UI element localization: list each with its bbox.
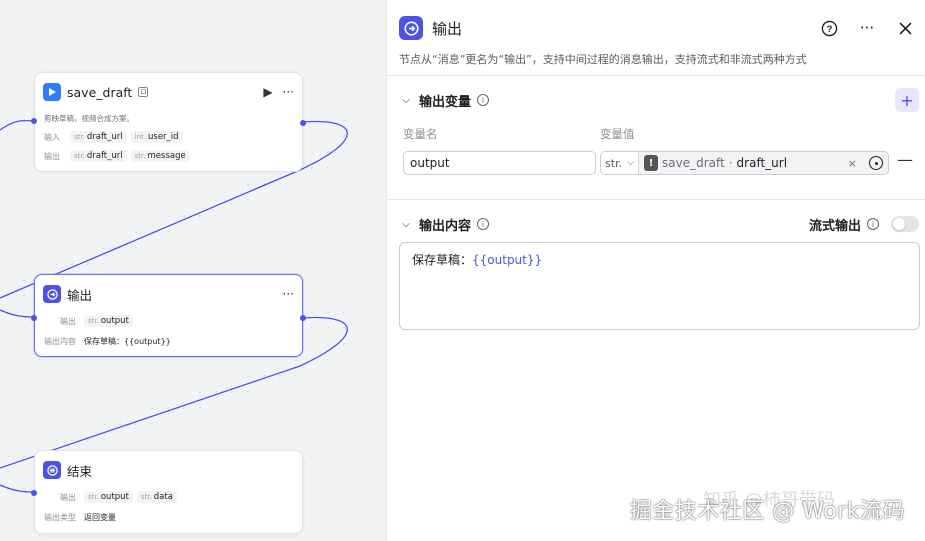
variable-reference[interactable]: ! save_draft · draft_url × xyxy=(639,152,888,174)
close-icon[interactable] xyxy=(895,18,915,38)
more-icon[interactable]: ··· xyxy=(857,18,877,38)
output-chip: str. draft_url xyxy=(70,150,127,162)
node-content-row: 输出内容 保存草稿：{{output}} xyxy=(44,336,171,347)
more-icon[interactable]: ··· xyxy=(283,85,294,99)
node-output[interactable]: 输出 ··· 输出 str. output 输出内容 保存草稿：{{output}… xyxy=(31,274,306,357)
node-config-panel: 输出 ? ··· 节点从“消息”更名为“输出”，支持中间过程的消息输出，支持流式… xyxy=(386,0,925,541)
input-chip: str. draft_url xyxy=(70,131,127,143)
section-title: 输出变量 xyxy=(419,94,472,110)
output-port[interactable] xyxy=(300,120,306,126)
panel-header: 输出 ? ··· xyxy=(399,16,915,40)
type-select[interactable]: str. ⌵ xyxy=(601,152,639,174)
warning-icon: ! xyxy=(644,155,658,171)
edge-in-output xyxy=(0,309,35,318)
node-title: 结束 xyxy=(67,463,93,479)
variable-value-selector[interactable]: str. ⌵ ! save_draft · draft_url × xyxy=(600,151,889,175)
outputs-label: 输出 xyxy=(60,316,76,326)
output-chip: str. output xyxy=(84,491,133,503)
watermark: 掘金技术社区 @ Work流码 xyxy=(629,499,905,524)
svg-text:?: ? xyxy=(826,23,832,34)
end-node-icon xyxy=(43,461,61,479)
output-node-icon xyxy=(399,16,423,40)
content-value: 保存草稿：{{output}} xyxy=(84,337,171,346)
stream-output-toggle[interactable] xyxy=(891,216,919,232)
input-port[interactable] xyxy=(31,118,37,124)
template-variable: {{output}} xyxy=(472,253,543,267)
output-vars-header[interactable]: ⌵ 输出变量 i + xyxy=(399,88,919,112)
panel-title: 输出 xyxy=(432,19,463,38)
info-icon[interactable]: i xyxy=(867,218,879,230)
add-variable-button[interactable]: + xyxy=(895,88,919,112)
column-label-value: 变量值 xyxy=(600,127,635,141)
edge-in-save-draft xyxy=(0,119,35,131)
info-icon[interactable]: i xyxy=(477,218,490,230)
type-label: 输出类型 xyxy=(44,513,76,522)
output-content-editor[interactable]: 保存草稿：{{output}} xyxy=(399,242,920,330)
help-icon[interactable]: ? xyxy=(819,18,839,38)
divider xyxy=(387,75,925,76)
clear-icon[interactable]: × xyxy=(848,157,857,170)
plugin-badge-icon: ▫ xyxy=(138,87,149,97)
target-icon[interactable] xyxy=(869,156,883,170)
ref-variable: draft_url xyxy=(736,156,788,170)
output-chip: str. output xyxy=(84,315,133,327)
chevron-down-icon: ⌵ xyxy=(627,158,634,168)
stream-output-label: 流式输出 xyxy=(808,218,861,234)
input-port[interactable] xyxy=(31,490,37,496)
type-value: 返回变量 xyxy=(84,513,116,522)
node-description: 剪映草稿，视频合成方案。 xyxy=(44,114,134,123)
outputs-label: 输出 xyxy=(60,492,76,502)
section-title: 输出内容 xyxy=(419,218,472,234)
workflow-canvas[interactable]: save_draft ▫ ▶ ··· 剪映草稿，视频合成方案。 输入 str. d… xyxy=(0,0,386,541)
node-end[interactable]: 结束 输出 str. output str. data 输出类型 返回变量 xyxy=(31,450,303,534)
node-save-draft[interactable]: save_draft ▫ ▶ ··· 剪映草稿，视频合成方案。 输入 str. d… xyxy=(31,72,306,172)
run-node-icon[interactable]: ▶ xyxy=(263,85,272,99)
more-icon[interactable]: ··· xyxy=(283,287,294,301)
outputs-label: 输出 xyxy=(44,151,60,161)
output-node-icon xyxy=(43,285,61,303)
info-icon[interactable]: i xyxy=(477,94,490,106)
node-outputs-row: 输出 str. draft_url str. message xyxy=(44,150,190,162)
node-outputs-row: 输出 str. output xyxy=(44,315,133,327)
chevron-down-icon[interactable]: ⌵ xyxy=(399,219,413,230)
content-label: 输出内容 xyxy=(44,337,76,346)
output-chip: str. data xyxy=(136,491,177,503)
variable-name-input[interactable]: output xyxy=(403,151,596,175)
plugin-play-icon xyxy=(43,83,61,101)
ref-separator: · xyxy=(728,156,733,170)
output-chip: str. message xyxy=(130,150,190,162)
inputs-label: 输入 xyxy=(44,132,60,142)
node-type-row: 输出类型 返回变量 xyxy=(44,512,116,523)
node-inputs-row: 输入 str. draft_url int. user_id xyxy=(44,131,183,143)
column-label-name: 变量名 xyxy=(403,127,438,141)
content-text: 保存草稿： xyxy=(412,253,473,267)
ref-node-name: save_draft xyxy=(662,156,725,170)
edge-in-end xyxy=(0,484,35,493)
node-title: save_draft xyxy=(67,84,133,100)
divider xyxy=(387,199,925,200)
output-content-header[interactable]: ⌵ 输出内容 i 流式输出 i xyxy=(399,213,919,235)
chevron-down-icon[interactable]: ⌵ xyxy=(399,95,413,106)
node-outputs-row: 输出 str. output str. data xyxy=(44,491,177,503)
panel-description: 节点从“消息”更名为“输出”，支持中间过程的消息输出，支持流式和非流式两种方式 xyxy=(399,53,807,66)
output-port[interactable] xyxy=(300,315,306,321)
input-port[interactable] xyxy=(31,315,37,321)
remove-variable-button[interactable]: — xyxy=(897,150,913,169)
input-chip: int. user_id xyxy=(130,131,183,143)
node-title: 输出 xyxy=(67,287,93,303)
